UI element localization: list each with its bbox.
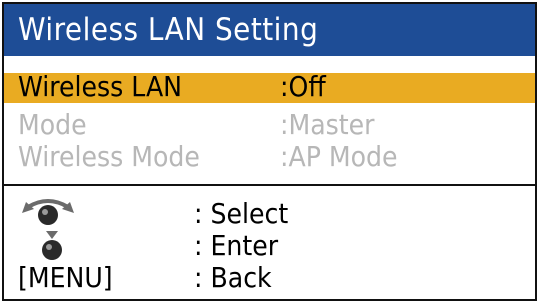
help-key xyxy=(18,197,98,231)
help-key xyxy=(18,229,98,263)
help-description: : Enter xyxy=(194,229,279,262)
rotate-knob-icon xyxy=(22,199,74,225)
setting-value: :Off xyxy=(280,70,326,103)
setting-row-mode: Mode :Master xyxy=(4,108,535,141)
wireless-lan-setting-screen: Wireless LAN Setting Wireless LAN :Off M… xyxy=(2,2,537,301)
setting-row-wireless-lan[interactable]: Wireless LAN :Off xyxy=(4,70,535,103)
setting-value: :AP Mode xyxy=(280,140,398,173)
setting-row-wireless-mode: Wireless Mode :AP Mode xyxy=(4,140,535,173)
help-row-back: [MENU] : Back xyxy=(4,261,535,295)
menu-key-label: [MENU] xyxy=(18,261,113,294)
setting-label: Mode xyxy=(18,108,87,141)
setting-label: Wireless LAN xyxy=(18,70,183,103)
help-row-select: : Select xyxy=(4,197,535,231)
setting-label: Wireless Mode xyxy=(18,140,200,173)
help-description: : Select xyxy=(194,197,289,230)
divider xyxy=(4,184,535,186)
setting-value: :Master xyxy=(280,108,375,141)
screen-title: Wireless LAN Setting xyxy=(18,12,319,48)
push-knob-icon xyxy=(42,231,62,260)
help-row-enter: : Enter xyxy=(4,229,535,263)
help-description: : Back xyxy=(194,261,272,294)
title-bar: Wireless LAN Setting xyxy=(4,4,535,56)
